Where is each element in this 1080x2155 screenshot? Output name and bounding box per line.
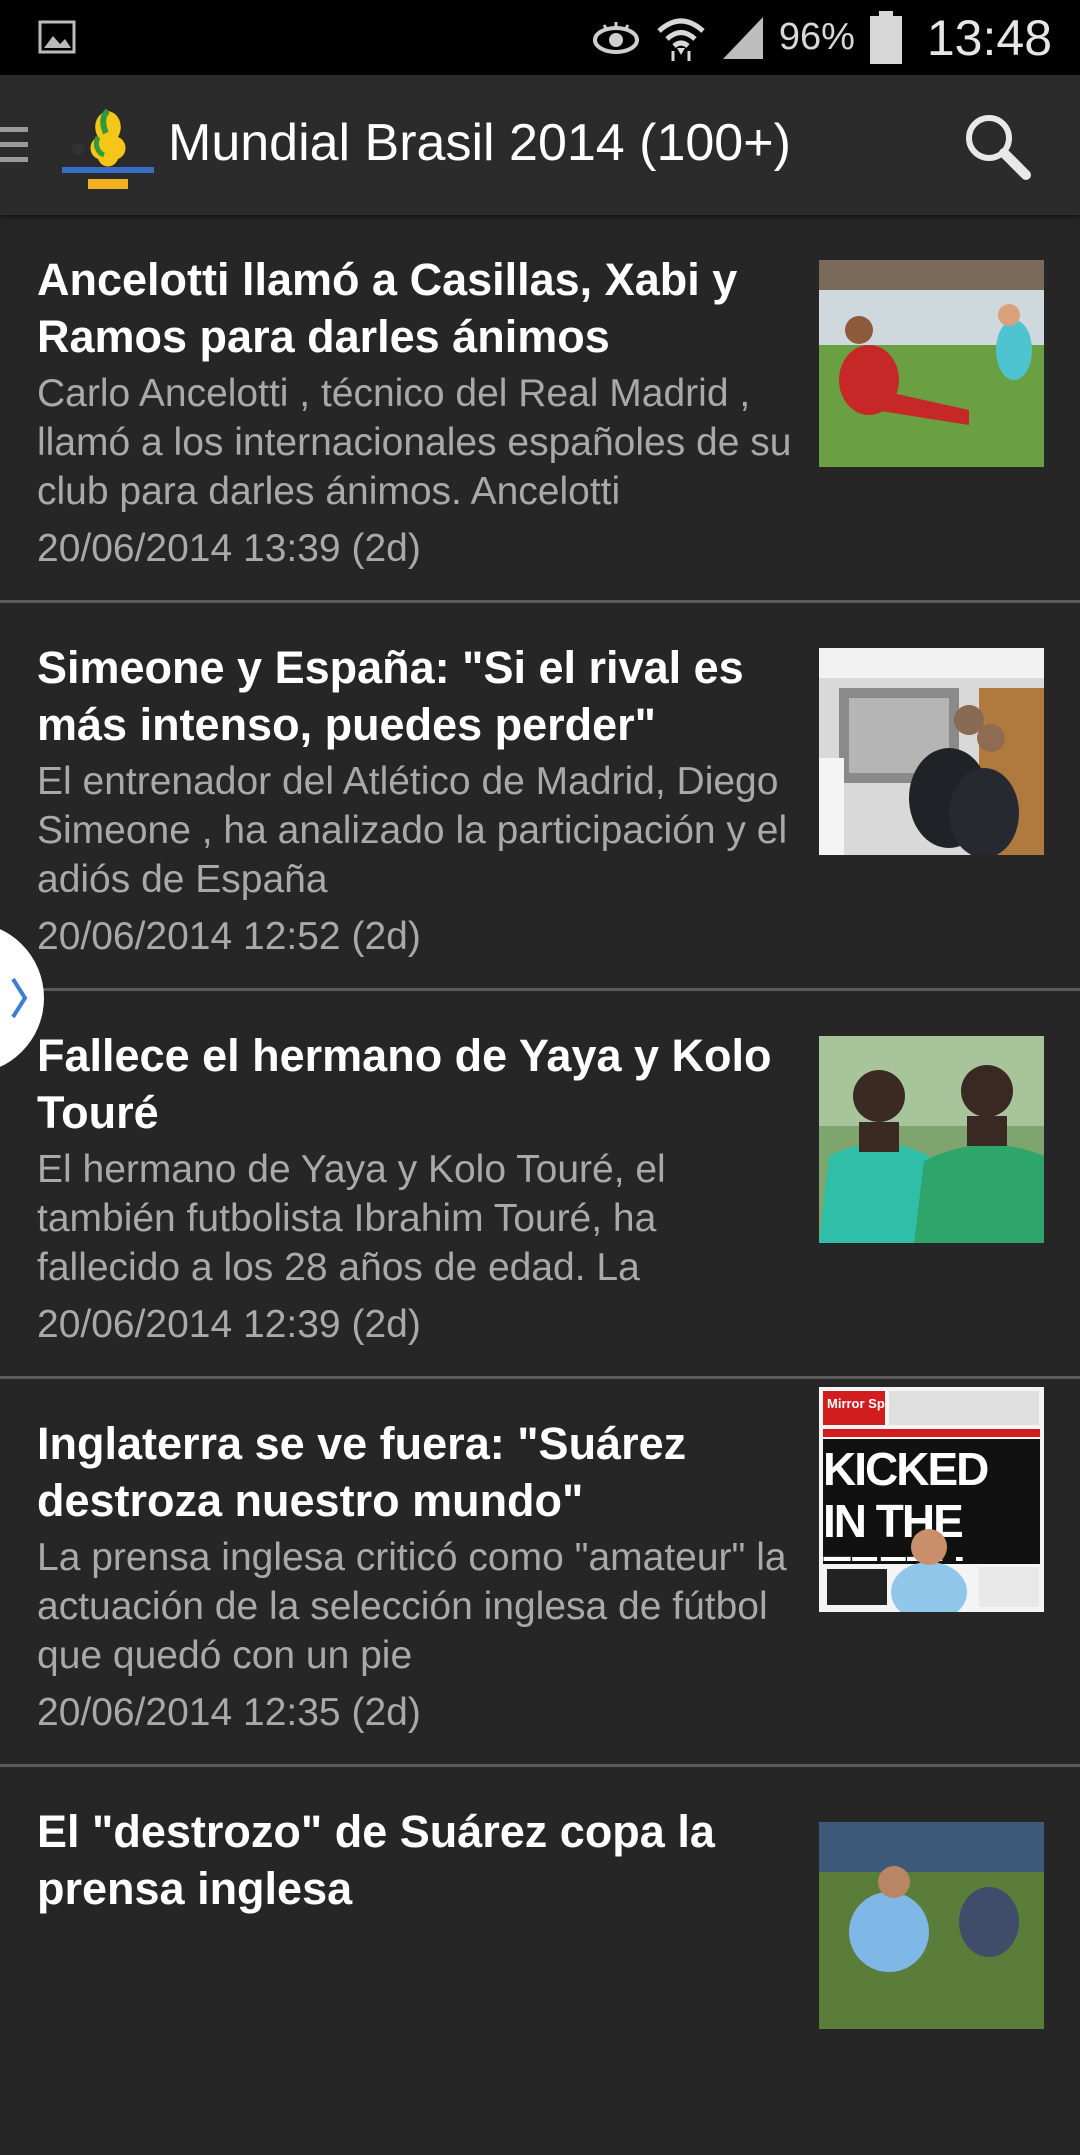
battery-icon	[869, 10, 902, 64]
battery-percentage: 96%	[778, 16, 855, 58]
app-title: Mundial Brasil 2014 (100+)	[168, 114, 791, 172]
article-headline: Inglaterra se ve fuera: "Suárez destroza…	[37, 1418, 687, 1526]
search-icon[interactable]	[962, 111, 1032, 181]
article-summary: La prensa inglesa criticó como "amateur"…	[37, 1536, 787, 1677]
article-summary: El entrenador del Atlético de Madrid, Di…	[37, 760, 788, 901]
signal-icon	[722, 16, 763, 59]
list-item[interactable]: Fallece el hermano de Yaya y Kolo Touré …	[0, 991, 1080, 1379]
article-thumbnail	[819, 648, 1044, 855]
wifi-icon	[657, 18, 705, 61]
article-headline: Fallece el hermano de Yaya y Kolo Touré	[37, 1030, 772, 1138]
article-date: 20/06/2014 13:39 (2d)	[37, 527, 421, 570]
app-bar: Mundial Brasil 2014 (100+)	[0, 75, 1080, 215]
article-thumbnail	[819, 1822, 1044, 2029]
news-list: Ancelotti llamó a Casillas, Xabi y Ramos…	[0, 215, 1080, 2155]
clock: 13:48	[926, 9, 1052, 66]
article-summary: Carlo Ancelotti , técnico del Real Madri…	[37, 372, 792, 513]
chevron-right-icon	[11, 977, 28, 1019]
article-thumbnail	[819, 1036, 1044, 1243]
article-date: 20/06/2014 12:35 (2d)	[37, 1691, 421, 1734]
list-item[interactable]: El "destrozo" de Suárez copa la prensa i…	[0, 1767, 1080, 2155]
article-summary: El hermano de Yaya y Kolo Touré, el tamb…	[37, 1148, 666, 1289]
article-headline: Simeone y España: "Si el rival es más in…	[37, 642, 744, 750]
drawer-icon[interactable]	[0, 123, 30, 167]
status-bar: 96% 13:48	[0, 0, 1080, 75]
article-date: 20/06/2014 12:52 (2d)	[37, 915, 421, 958]
article-headline: El "destrozo" de Suárez copa la prensa i…	[37, 1806, 715, 1914]
article-date: 20/06/2014 12:39 (2d)	[37, 1303, 421, 1346]
app-logo[interactable]	[58, 97, 158, 197]
article-thumbnail	[819, 260, 1044, 467]
list-item[interactable]: Simeone y España: "Si el rival es más in…	[0, 603, 1080, 991]
list-item[interactable]: Inglaterra se ve fuera: "Suárez destroza…	[0, 1379, 1080, 1767]
list-item[interactable]: Ancelotti llamó a Casillas, Xabi y Ramos…	[0, 215, 1080, 603]
gallery-notification-icon	[38, 20, 76, 54]
eye-icon	[592, 21, 639, 54]
article-thumbnail: Mirror Sport KICKED IN THE TEETH	[819, 1387, 1044, 1612]
article-headline: Ancelotti llamó a Casillas, Xabi y Ramos…	[37, 254, 738, 362]
